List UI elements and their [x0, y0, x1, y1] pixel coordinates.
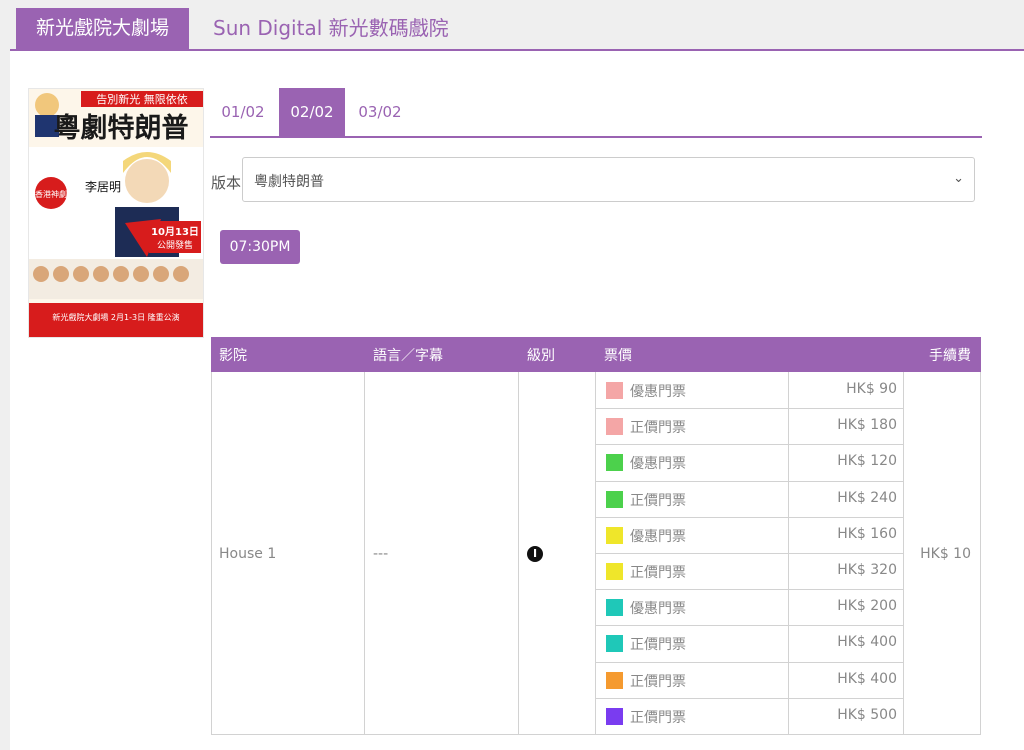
ticket-type: 正價門票 [630, 420, 686, 437]
ticket-price: HK$ 160 [837, 525, 897, 542]
header-rating: 級別 [527, 348, 555, 364]
ticket-type: 優惠門票 [630, 384, 686, 400]
table-bottom-border [211, 734, 981, 735]
header-fee: 手續費 [929, 348, 971, 364]
poster-image: 告別新光 無限依依 粵劇特朗普 香港神劇 李居明 10月13日 公開發售 新光戲… [29, 89, 203, 337]
price-row: 正價門票 HK$ 320 [596, 553, 903, 589]
price-color-swatch [606, 599, 623, 617]
ticket-price: HK$ 320 [837, 562, 897, 578]
table-column-divider [980, 372, 981, 734]
movie-poster: 告別新光 無限依依 粵劇特朗普 香港神劇 李居明 10月13日 公開發售 新光戲… [28, 88, 204, 338]
date-tab[interactable]: 02/02 [279, 88, 345, 136]
ticket-price: HK$ 200 [837, 598, 897, 615]
price-row: 正價門票 HK$ 400 [596, 662, 903, 698]
header-price: 票價 [604, 348, 632, 364]
price-row: 正價門票 HK$ 180 [596, 408, 903, 444]
ticket-type: 正價門票 [630, 709, 686, 726]
price-color-swatch [606, 454, 623, 472]
price-row-divider [595, 480, 904, 482]
poster-footer: 新光戲院大劇場 2月1-3日 隆重公演 [52, 312, 179, 322]
ticket-type: 正價門票 [630, 673, 686, 690]
ticket-type: 優惠門票 [630, 528, 686, 545]
price-row-divider [595, 516, 904, 518]
price-row: 優惠門票 HK$ 160 [596, 517, 903, 553]
cinema-name: House 1 [219, 546, 277, 562]
price-color-swatch [606, 418, 623, 436]
date-tab[interactable]: 01/02 [210, 88, 276, 136]
price-row-divider [595, 408, 904, 410]
price-row: 正價門票 HK$ 400 [596, 625, 903, 661]
date-tabs-underline [210, 136, 982, 138]
ticket-price: HK$ 400 [837, 670, 897, 687]
chevron-down-icon: ⌄ [953, 171, 964, 186]
ticket-price: HK$ 400 [837, 634, 897, 651]
header-cinema: 影院 [219, 348, 247, 364]
poster-actor: 李居明 [85, 179, 121, 194]
ticket-type: 正價門票 [630, 565, 686, 581]
price-row-divider [595, 697, 904, 699]
poster-banner: 告別新光 無限依依 [96, 92, 188, 106]
version-label: 版本 [211, 174, 242, 192]
ticket-price: HK$ 500 [837, 706, 897, 723]
ticket-type: 優惠門票 [630, 601, 686, 618]
header-language: 語言／字幕 [373, 348, 443, 364]
version-select[interactable]: 粵劇特朗普 ⌄ [242, 157, 975, 202]
ticket-price: HK$ 240 [837, 489, 897, 506]
price-row: 優惠門票 HK$ 120 [596, 444, 903, 480]
price-row: 正價門票 HK$ 500 [596, 698, 903, 734]
ticket-type: 優惠門票 [630, 456, 686, 473]
price-row: 優惠門票 HK$ 200 [596, 589, 903, 625]
table-column-divider [364, 372, 365, 734]
price-row-divider [595, 589, 904, 591]
price-row-divider [595, 444, 904, 446]
tab-sun-digital[interactable]: Sun Digital 新光數碼戲院 [213, 8, 449, 49]
table-header: 影院 語言／字幕 級別 票價 手續費 [211, 337, 981, 372]
showtime-button[interactable]: 07:30PM [220, 230, 300, 264]
table-column-divider [518, 372, 519, 734]
ticket-price: HK$ 120 [837, 453, 897, 470]
poster-subtitle: 香港神劇 [35, 189, 67, 199]
price-color-swatch [606, 490, 623, 508]
price-color-swatch [606, 707, 623, 725]
price-row: 優惠門票 HK$ 90 [596, 372, 903, 408]
poster-title: 粵劇特朗普 [54, 112, 189, 144]
fee-value: HK$ 10 [920, 546, 971, 562]
ticket-type: 正價門票 [630, 492, 686, 509]
ticket-price: HK$ 90 [846, 381, 897, 397]
version-select-value: 粵劇特朗普 [254, 174, 324, 190]
price-row-divider [595, 625, 904, 627]
tab-sun-theatre[interactable]: 新光戲院大劇場 [16, 8, 189, 49]
price-color-swatch [606, 671, 623, 689]
price-color-swatch [606, 526, 623, 544]
ticket-type: 正價門票 [630, 637, 686, 654]
venue-tabs: 新光戲院大劇場 Sun Digital 新光數碼戲院 [0, 0, 1024, 52]
ticket-price: HK$ 180 [837, 417, 897, 434]
language-value: --- [373, 546, 389, 562]
rating-icon: I [527, 546, 543, 562]
table-column-divider [211, 372, 212, 734]
price-color-swatch [606, 563, 623, 580]
price-row: 正價門票 HK$ 240 [596, 481, 903, 517]
poster-date-badge-sub: 公開發售 [157, 239, 193, 251]
price-row-divider [595, 661, 904, 663]
poster-date-badge: 10月13日 [151, 226, 199, 238]
price-color-swatch [606, 635, 623, 653]
price-row-divider [595, 553, 904, 554]
date-tab[interactable]: 03/02 [345, 88, 415, 136]
price-color-swatch [606, 382, 623, 399]
